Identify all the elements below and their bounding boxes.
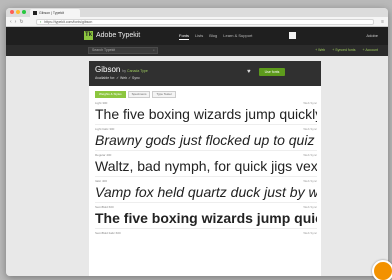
typekit-favicon-icon [33, 11, 37, 15]
divider [95, 176, 317, 177]
sample-options[interactable]: Web Sync [303, 179, 317, 183]
divider [95, 202, 317, 203]
typekit-nav: Fonts Lists Blog Learn & Support [179, 32, 252, 40]
reload-icon[interactable]: ↻ [19, 19, 23, 25]
minimize-window-button[interactable] [16, 10, 20, 14]
foundry-link[interactable]: Canada Type [127, 69, 148, 73]
browser-tab[interactable]: Gibson | Typekit [30, 9, 80, 17]
typekit-logo[interactable]: Tk [84, 31, 93, 40]
sample-label: Light Italic 300 [95, 127, 115, 131]
typekit-brand[interactable]: Adobe Typekit [96, 31, 140, 40]
sample-text: Vamp fox held quartz duck just by wing. [95, 184, 317, 200]
sample-text: Brawny gods just flocked up to quiz and … [95, 132, 317, 148]
sample-label: SemiBold Italic 600 [95, 231, 121, 235]
font-name: Gibson [95, 65, 121, 74]
back-icon[interactable]: ‹ [10, 19, 12, 25]
close-window-button[interactable] [10, 10, 14, 14]
url-text: https://typekit.com/fonts/gibson [44, 20, 93, 24]
view-tabs: Weights & Styles Specimens Type Tester [95, 91, 176, 98]
sample-options[interactable]: Web Sync [303, 127, 317, 131]
nav-learn-support[interactable]: Learn & Support [223, 32, 252, 40]
font-sample-light: Light 300 Web Sync The five boxing wizard… [95, 101, 317, 122]
search-placeholder: Search Typekit [92, 48, 116, 52]
sample-label: Regular 400 [95, 153, 112, 157]
address-bar-row: ‹ › ↻ ▪ https://typekit.com/fonts/gibson… [6, 17, 388, 27]
font-by: by Canada Type [122, 69, 148, 73]
availability-text: Available for: ✓ Web ✓ Sync [95, 76, 140, 80]
adobe-account-link[interactable]: Adobe [366, 32, 378, 40]
nav-blog[interactable]: Blog [209, 32, 217, 40]
divider [95, 124, 317, 125]
url-field[interactable]: ▪ https://typekit.com/fonts/gibson [36, 19, 374, 25]
nav-lists[interactable]: Lists [195, 32, 203, 40]
font-header-bar: Gibson by Canada Type Available for: ✓ We… [89, 61, 321, 86]
tab-strip: Gibson | Typekit [6, 8, 388, 17]
filter-synced-fonts[interactable]: + Synced fonts [332, 47, 355, 54]
font-sample-semibold: SemiBold 600 Web Sync The five boxing wiz… [95, 205, 317, 226]
search-icon: ⌕ [153, 48, 155, 52]
kit-icon[interactable] [289, 32, 296, 39]
browser-menu-icon[interactable]: ≡ [381, 19, 384, 25]
browser-tab-title: Gibson | Typekit [39, 11, 64, 15]
search-row: Search Typekit ⌕ + Web + Synced fonts + … [6, 45, 388, 56]
font-sample-regular: Regular 400 Web Sync Waltz, bad nymph, fo… [95, 153, 317, 174]
sample-options[interactable]: Web Sync [303, 153, 317, 157]
font-title: Gibson by Canada Type [95, 65, 148, 76]
browser-window: Gibson | Typekit ‹ › ↻ ▪ https://typekit… [6, 8, 388, 276]
sample-options[interactable]: Web Sync [303, 231, 317, 235]
forward-icon[interactable]: › [15, 19, 17, 25]
floating-action-button[interactable] [372, 260, 392, 280]
tab-type-tester[interactable]: Type Tester [152, 91, 176, 98]
nav-fonts[interactable]: Fonts [179, 32, 189, 40]
maximize-window-button[interactable] [22, 10, 26, 14]
sample-options[interactable]: Web Sync [303, 101, 317, 105]
sample-options[interactable]: Web Sync [303, 205, 317, 209]
tab-specimens[interactable]: Specimens [127, 91, 151, 98]
use-fonts-button[interactable]: Use fonts [259, 68, 285, 76]
font-sample-light-italic: Light Italic 300 Web Sync Brawny gods jus… [95, 127, 317, 148]
font-sample-semibold-italic: SemiBold Italic 600 Web Sync [95, 231, 317, 235]
filter-links: + Web + Synced fonts + Account [315, 47, 378, 54]
window-controls [10, 10, 26, 14]
font-sample-italic: Italic 400 Web Sync Vamp fox held quartz … [95, 179, 317, 200]
sample-label: Light 300 [95, 101, 108, 105]
tab-weights-styles[interactable]: Weights & Styles [95, 91, 126, 98]
divider [95, 228, 317, 229]
font-family-card: Gibson by Canada Type Available for: ✓ We… [89, 61, 321, 276]
sample-label: Italic 400 [95, 179, 108, 183]
search-input[interactable]: Search Typekit ⌕ [88, 47, 158, 54]
sample-text: The five boxing wizards jump quickly. [95, 106, 317, 122]
nav-buttons: ‹ › ↻ [10, 19, 24, 25]
typekit-header: Tk Adobe Typekit Fonts Lists Blog Learn … [6, 27, 388, 45]
filter-account[interactable]: + Account [363, 47, 378, 54]
page-content: Gibson by Canada Type Available for: ✓ We… [6, 56, 388, 276]
sample-text: Waltz, bad nymph, for quick jigs vex. [95, 158, 317, 174]
sample-text: The five boxing wizards jump quickly. [95, 210, 317, 226]
filter-web[interactable]: + Web [315, 47, 325, 54]
sample-label: SemiBold 600 [95, 205, 114, 209]
divider [95, 150, 317, 151]
favorite-heart-icon[interactable]: ♥ [247, 68, 251, 76]
lock-icon: ▪ [40, 20, 42, 24]
